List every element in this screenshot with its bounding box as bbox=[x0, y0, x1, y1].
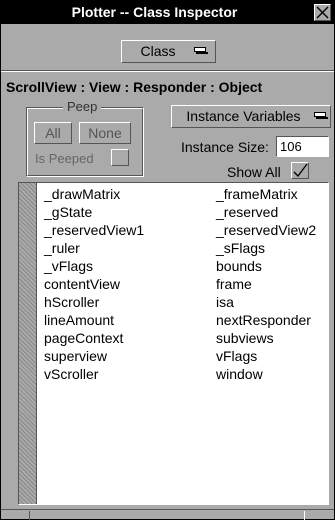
close-button[interactable] bbox=[314, 4, 331, 21]
variable-name: _reservedView2 bbox=[216, 222, 317, 238]
variable-name: vFlags bbox=[216, 348, 258, 364]
variable-name: pageContext bbox=[44, 330, 124, 346]
close-icon bbox=[316, 6, 329, 19]
list-item[interactable]: contentView frame bbox=[38, 275, 328, 293]
popup-indicator-icon bbox=[194, 47, 208, 56]
list-item[interactable]: superview vFlags bbox=[38, 347, 328, 365]
list-item[interactable]: _gState _reserved bbox=[38, 203, 328, 221]
instance-size-label: Instance Size: bbox=[181, 139, 269, 155]
variable-name: _gState bbox=[44, 204, 93, 220]
instance-variables-popup-button[interactable]: Instance Variables bbox=[171, 105, 331, 128]
peep-none-button[interactable]: None bbox=[79, 122, 131, 144]
popup-indicator-icon bbox=[314, 112, 328, 121]
instance-variables-browser: _drawMatrix _frameMatrix _gState _reserved _… bbox=[18, 182, 329, 505]
list-item[interactable]: vScroller window bbox=[38, 365, 328, 383]
class-inspector-window: Plotter -- Class Inspector Class ScrollV… bbox=[0, 0, 335, 520]
instance-size-field[interactable]: 106 bbox=[276, 136, 329, 157]
window-title: Plotter -- Class Inspector bbox=[71, 4, 238, 20]
instance-variables-list[interactable]: _drawMatrix _frameMatrix _gState _reserved _… bbox=[38, 183, 328, 504]
instance-variables-popup-label: Instance Variables bbox=[186, 108, 301, 124]
bottom-strip bbox=[1, 509, 334, 520]
variable-name: window bbox=[216, 366, 263, 382]
variable-name: lineAmount bbox=[44, 312, 115, 328]
variable-name: _sFlags bbox=[216, 240, 266, 256]
checkmark-icon bbox=[293, 163, 308, 177]
bottom-divider bbox=[29, 511, 305, 520]
variable-name: frame bbox=[216, 276, 252, 292]
browser-scroller[interactable] bbox=[19, 183, 37, 504]
variable-name: _reservedView1 bbox=[44, 222, 145, 238]
class-selector-area: Class bbox=[1, 25, 334, 72]
class-popup-label: Class bbox=[140, 43, 176, 59]
variable-name: subviews bbox=[216, 330, 274, 346]
list-item[interactable]: _reservedView1 _reservedView2 bbox=[38, 221, 328, 239]
class-popup-button[interactable]: Class bbox=[121, 40, 216, 63]
list-item[interactable]: _drawMatrix _frameMatrix bbox=[38, 185, 328, 203]
variable-name: _drawMatrix bbox=[44, 186, 121, 202]
variable-name: hScroller bbox=[44, 294, 100, 310]
list-item[interactable]: lineAmount nextResponder bbox=[38, 311, 328, 329]
is-peeped-checkbox[interactable] bbox=[111, 149, 129, 166]
variable-name: _reserved bbox=[216, 204, 279, 220]
list-item[interactable]: pageContext subviews bbox=[38, 329, 328, 347]
peep-all-button[interactable]: All bbox=[34, 122, 72, 144]
show-all-checkbox[interactable] bbox=[291, 162, 309, 179]
title-bar[interactable]: Plotter -- Class Inspector bbox=[1, 1, 334, 24]
list-item[interactable]: hScroller isa bbox=[38, 293, 328, 311]
variable-name: vScroller bbox=[44, 366, 99, 382]
variable-name: isa bbox=[216, 294, 234, 310]
peep-group-title: Peep bbox=[63, 99, 102, 114]
variable-name: _vFlags bbox=[44, 258, 94, 274]
is-peeped-label: Is Peeped bbox=[35, 151, 94, 166]
peep-group: Peep All None Is Peeped bbox=[26, 99, 144, 177]
class-hierarchy-label: ScrollView : View : Responder : Object bbox=[6, 79, 263, 95]
show-all-label: Show All bbox=[227, 164, 281, 180]
variable-name: _ruler bbox=[44, 240, 80, 256]
list-item[interactable]: _ruler _sFlags bbox=[38, 239, 328, 257]
variable-name: contentView bbox=[44, 276, 121, 292]
variable-name: superview bbox=[44, 348, 108, 364]
variable-name: bounds bbox=[216, 258, 262, 274]
list-item[interactable]: _vFlags bounds bbox=[38, 257, 328, 275]
variable-name: nextResponder bbox=[216, 312, 311, 328]
variable-name: _frameMatrix bbox=[216, 186, 298, 202]
